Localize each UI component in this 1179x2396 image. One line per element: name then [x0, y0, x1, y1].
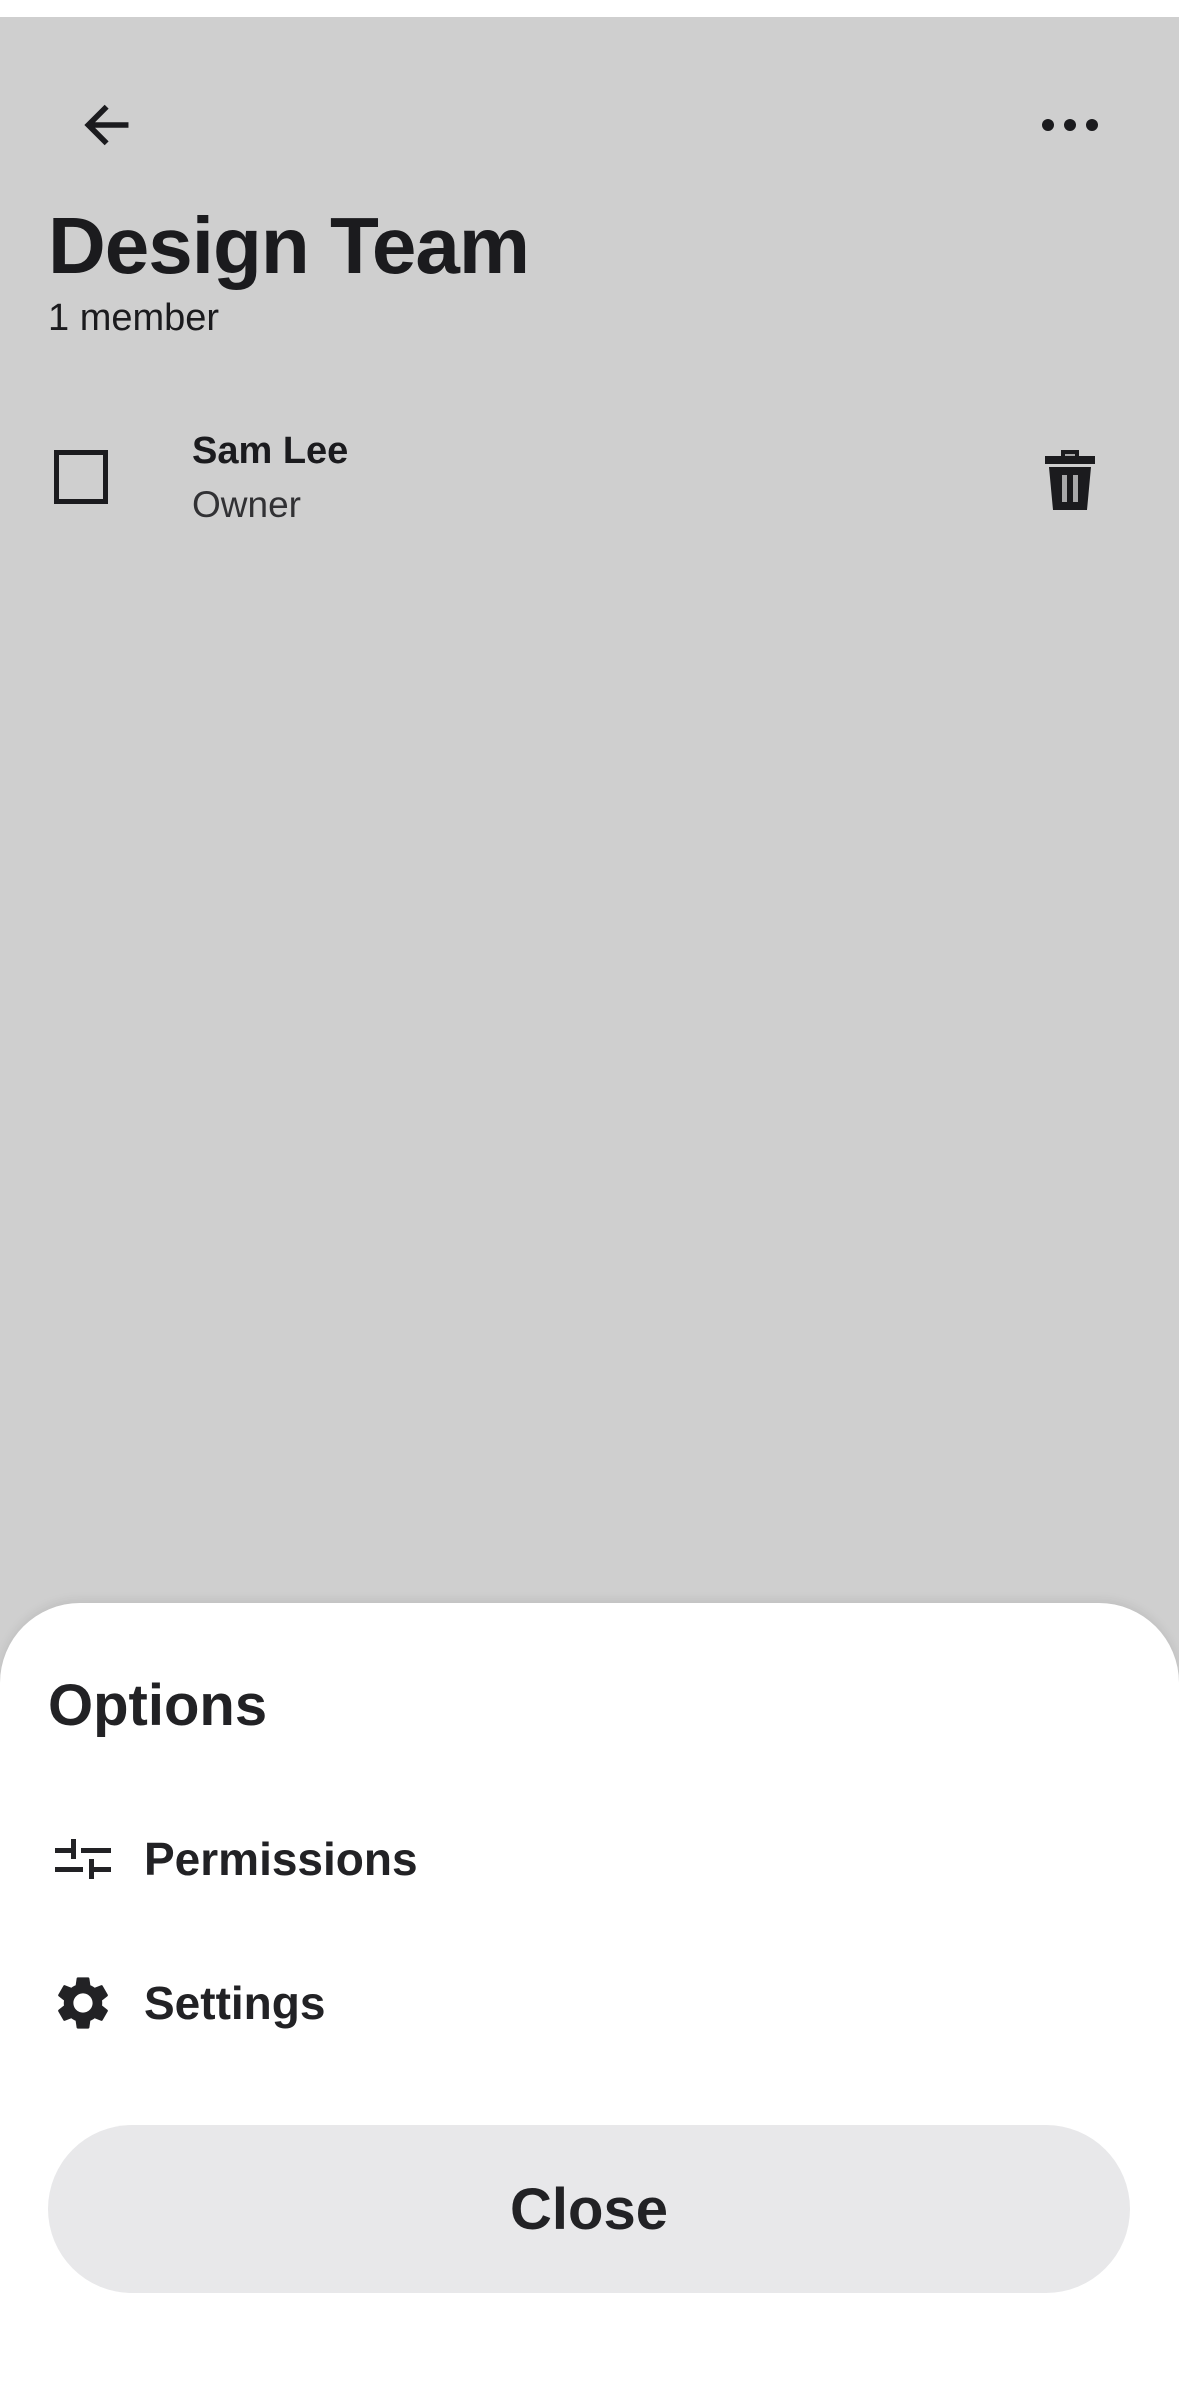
menu-item-settings[interactable]: Settings — [0, 1943, 1179, 2063]
menu-item-label: Settings — [144, 1977, 326, 2029]
close-button[interactable]: Close — [48, 2125, 1130, 2293]
sliders-icon — [50, 1826, 116, 1892]
status-bar — [0, 0, 1179, 17]
options-bottom-sheet: Options Permissions Settings Close — [0, 1603, 1179, 2396]
menu-item-label: Permissions — [144, 1833, 418, 1885]
sheet-title: Options — [48, 1673, 268, 1738]
gear-icon — [50, 1970, 116, 2036]
menu-item-permissions[interactable]: Permissions — [0, 1799, 1179, 1919]
page: Design Team 1 member Sam Lee Owner Optio… — [0, 0, 1179, 2396]
